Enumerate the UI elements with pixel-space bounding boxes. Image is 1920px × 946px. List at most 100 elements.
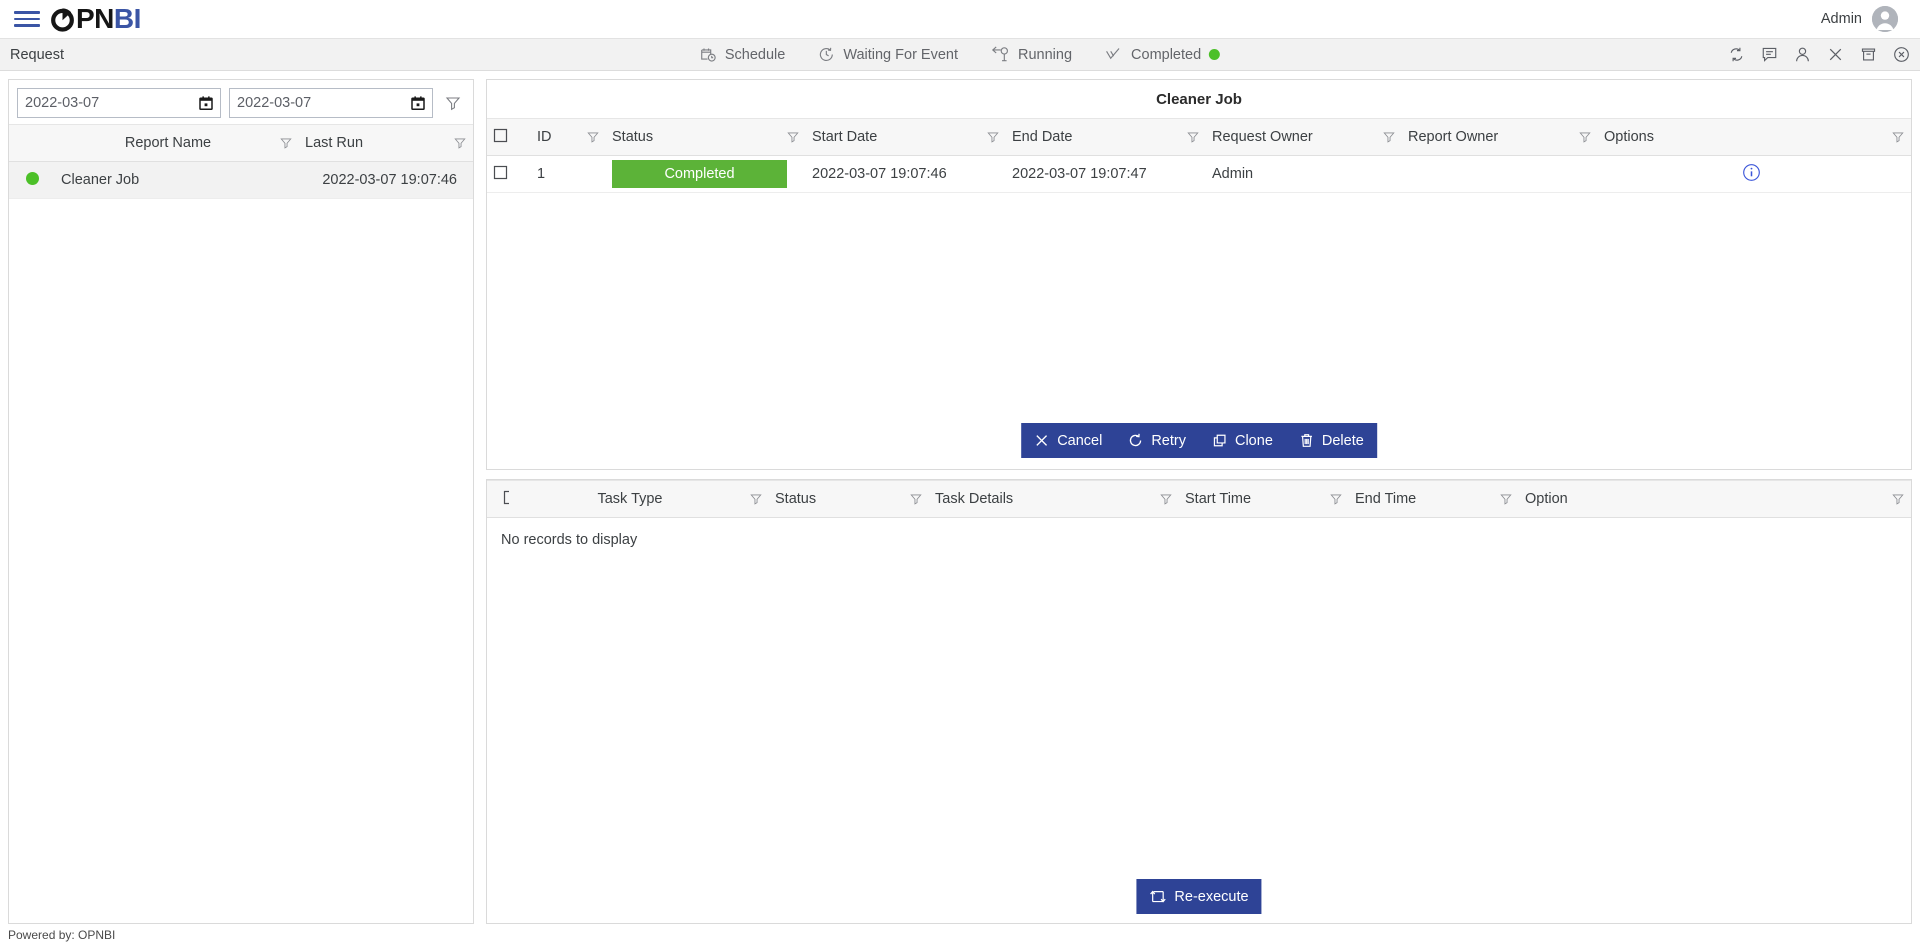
- clone-button[interactable]: Clone: [1199, 423, 1286, 458]
- filter-icon[interactable]: [586, 130, 600, 144]
- column-label: End Time: [1355, 491, 1417, 507]
- button-label: Re-execute: [1174, 888, 1249, 905]
- column-header-select-all: [487, 118, 531, 156]
- filter-icon[interactable]: [1891, 130, 1905, 144]
- row-checkbox-cell: [487, 155, 531, 193]
- reexecute-icon: [1149, 889, 1166, 904]
- column-label: Report Owner: [1408, 129, 1499, 145]
- row-checkbox[interactable]: [493, 165, 508, 184]
- column-label: Start Time: [1185, 491, 1252, 507]
- user-label: Admin: [1820, 11, 1862, 27]
- workspace: 2022-03-07 2022-03-07 Report Name Last R…: [0, 71, 1920, 924]
- column-header-task-type: Task Type: [509, 480, 769, 518]
- filter-icon[interactable]: [1578, 130, 1592, 144]
- task-action-bar: Re-execute: [1136, 879, 1262, 914]
- table-header-row: ID Status Start Date End Date Request Ow…: [487, 118, 1911, 156]
- delete-button[interactable]: Delete: [1286, 423, 1377, 458]
- avatar[interactable]: [1872, 6, 1898, 32]
- request-action-bar: Cancel Retry Clone Delete: [1021, 423, 1377, 458]
- toolbar-actions: [1728, 46, 1910, 63]
- calendar-icon[interactable]: [199, 96, 213, 110]
- status-toolbar: Request Schedule Waiting For Event Runni…: [0, 38, 1920, 71]
- column-header-request-owner: Request Owner: [1206, 118, 1402, 156]
- filter-icon[interactable]: [1159, 492, 1173, 506]
- double-check-icon: [1105, 46, 1123, 63]
- column-header-end-date: End Date: [1006, 118, 1206, 156]
- cancel-button[interactable]: Cancel: [1021, 423, 1115, 458]
- copy-icon: [1212, 433, 1227, 448]
- retry-icon: [1128, 433, 1143, 448]
- filter-icon[interactable]: [986, 130, 1000, 144]
- info-icon[interactable]: [1742, 163, 1761, 182]
- table-row[interactable]: 1 Completed 2022-03-07 19:07:46 2022-03-…: [487, 155, 1911, 193]
- calendar-icon[interactable]: [411, 96, 425, 110]
- filter-icon[interactable]: [749, 492, 763, 506]
- report-table-wrap: Report Name Last Run Cleaner Job 2022-03…: [9, 124, 473, 923]
- logo-o-icon: [50, 7, 75, 32]
- column-header-task-details: Task Details: [929, 480, 1179, 518]
- request-table: ID Status Start Date End Date Request Ow…: [487, 118, 1911, 193]
- row-status-cell: Completed: [606, 155, 806, 193]
- filter-icon[interactable]: [453, 136, 467, 150]
- retry-button[interactable]: Retry: [1115, 423, 1199, 458]
- row-end-date: 2022-03-07 19:07:47: [1006, 155, 1206, 193]
- right-column: Cleaner Job ID Status Start Date End Dat…: [486, 79, 1912, 924]
- filter-icon[interactable]: [1186, 130, 1200, 144]
- status-filter-running[interactable]: Running: [991, 46, 1072, 63]
- column-header-start-date: Start Date: [806, 118, 1006, 156]
- status-filter-waiting-for-event[interactable]: Waiting For Event: [818, 46, 958, 63]
- table-row[interactable]: Cleaner Job 2022-03-07 19:07:46: [9, 161, 473, 199]
- filter-icon[interactable]: [1382, 130, 1396, 144]
- status-filter-schedule[interactable]: Schedule: [700, 46, 785, 63]
- date-to-value: 2022-03-07: [237, 95, 312, 111]
- refresh-icon[interactable]: [1728, 46, 1745, 63]
- column-header-last-run: Last Run: [299, 124, 473, 162]
- column-header-status: Status: [606, 118, 806, 156]
- column-header-id: ID: [531, 118, 606, 156]
- filter-icon[interactable]: [1499, 492, 1513, 506]
- hamburger-icon[interactable]: [14, 9, 40, 29]
- button-label: Clone: [1234, 432, 1273, 449]
- report-list-panel: 2022-03-07 2022-03-07 Report Name Last R…: [8, 79, 474, 924]
- filter-icon[interactable]: [786, 130, 800, 144]
- row-id: 1: [531, 155, 606, 193]
- column-header-report-owner: Report Owner: [1402, 118, 1598, 156]
- logo-text-dark: PN: [76, 3, 114, 34]
- select-all-checkbox[interactable]: [493, 128, 508, 147]
- running-arrow-icon: [991, 46, 1010, 63]
- status-filter-label: Waiting For Event: [843, 46, 959, 63]
- column-header-select-all: [487, 480, 518, 518]
- column-label: Status: [775, 491, 817, 507]
- user-icon[interactable]: [1794, 46, 1811, 63]
- column-header-option: Option: [1519, 480, 1911, 518]
- close-icon[interactable]: [1827, 46, 1844, 63]
- archive-icon[interactable]: [1860, 46, 1877, 63]
- trash-icon: [1299, 433, 1314, 448]
- column-label: Status: [612, 129, 654, 145]
- column-header-options: Options: [1598, 118, 1911, 156]
- filter-icon[interactable]: [1329, 492, 1343, 506]
- date-filter-icon[interactable]: [441, 95, 465, 111]
- filter-icon[interactable]: [1891, 492, 1905, 506]
- comment-icon[interactable]: [1761, 46, 1778, 63]
- close-icon: [1034, 433, 1049, 448]
- task-detail-panel: Task Type Status Task Details Start Time…: [486, 479, 1912, 924]
- status-filter-label: Completed: [1131, 46, 1202, 63]
- footer-text: Powered by: OPNBI: [8, 928, 116, 942]
- status-filter-completed[interactable]: Completed: [1105, 46, 1221, 63]
- report-table: Report Name Last Run Cleaner Job 2022-03…: [9, 124, 473, 199]
- re-execute-button[interactable]: Re-execute: [1136, 879, 1261, 914]
- date-from-input[interactable]: 2022-03-07: [17, 88, 221, 118]
- column-header-status: Status: [769, 480, 929, 518]
- calendar-clock-icon: [700, 46, 717, 63]
- row-last-run: 2022-03-07 19:07:46: [299, 161, 473, 199]
- date-to-input[interactable]: 2022-03-07: [229, 88, 433, 118]
- table-header-row: Task Type Status Task Details Start Time…: [487, 480, 1911, 518]
- status-filter-label: Schedule: [724, 46, 786, 63]
- circle-close-icon[interactable]: [1893, 46, 1910, 63]
- footer: Powered by: OPNBI: [0, 924, 1920, 946]
- button-label: Delete: [1321, 432, 1364, 449]
- filter-icon[interactable]: [279, 136, 293, 150]
- filter-icon[interactable]: [909, 492, 923, 506]
- column-label: Task Type: [597, 491, 663, 507]
